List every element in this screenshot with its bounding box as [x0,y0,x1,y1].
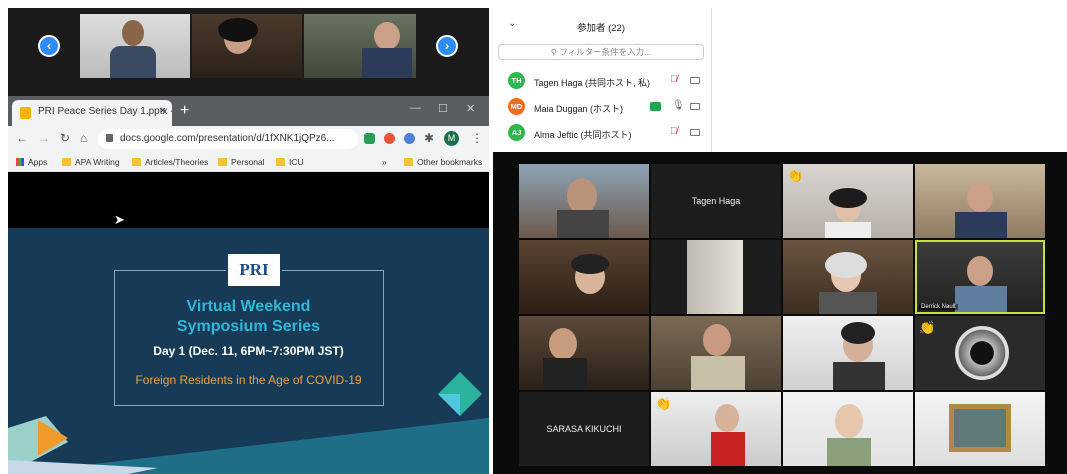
address-url: docs.google.com/presentation/d/1fXNK1jQP… [120,133,335,144]
participant-name-label: SARASA KIKUCHI [546,424,622,434]
video-tile[interactable] [80,14,190,78]
extensions-puzzle-icon[interactable]: ✱ [424,131,434,145]
participant-row[interactable]: AJ Alma Jeftic (共同ホスト) 🎙̸ [490,120,712,146]
video-tile-active-speaker[interactable]: Derrick Nault [915,240,1045,314]
video-tile-name-only[interactable]: SARASA KIKUCHI [519,392,649,466]
next-page-button[interactable]: › [436,35,458,57]
avatar: TH [508,72,525,89]
chevron-left-icon: ‹ [46,38,52,53]
chevron-right-icon: › [444,38,450,53]
participant-name: Tagen Haga (共同ホスト, 私) [534,78,651,88]
video-tile[interactable] [192,14,302,78]
mic-icon[interactable]: 🎙 [672,100,685,111]
tab-bar: PRI Peace Series Day 1.pptx - Go × + — ☐… [8,96,489,126]
video-tile[interactable] [519,164,649,238]
video-camera-icon[interactable] [690,103,700,110]
tab-title: PRI Peace Series Day 1.pptx - Go [38,106,172,117]
video-tile[interactable]: 👏 [783,164,913,238]
new-tab-button[interactable]: + [180,102,189,120]
video-camera-icon[interactable] [690,129,700,136]
video-tile[interactable] [519,240,649,314]
forward-icon[interactable]: → [38,131,50,145]
mouse-cursor-icon: ➤ [114,212,125,227]
slide-title-line1: Virtual Weekend [186,298,311,315]
participant-name-label: Tagen Haga [691,196,741,206]
avatar: MD [508,98,525,115]
slide-subtitle: Foreign Residents in the Age of COVID-19 [135,373,362,387]
raise-hand-icon: 👏 [655,396,672,411]
bookmark-folder[interactable]: APA Writing [62,157,120,167]
browser-window: PRI Peace Series Day 1.pptx - Go × + — ☐… [8,96,489,474]
participants-header: 参加者 (22) [576,23,626,34]
apps-grid-icon [16,158,24,166]
participant-name-label: Derrick Nault [919,304,958,310]
video-tile[interactable] [519,316,649,390]
bookmark-folder[interactable]: ICU [276,157,304,167]
pri-logo: PRI [226,252,282,288]
address-bar[interactable]: docs.google.com/presentation/d/1fXNK1jQP… [98,129,358,149]
video-tile[interactable] [651,240,781,314]
extension-shield-icon[interactable] [364,133,375,144]
home-icon[interactable]: ⌂ [80,131,87,145]
browser-tab[interactable]: PRI Peace Series Day 1.pptx - Go × [12,100,172,126]
slides-favicon-icon [20,107,31,119]
maximize-icon[interactable]: ☐ [438,102,448,115]
participant-row[interactable]: MD Maia Duggan (ホスト) 🎙 [490,94,712,120]
mic-muted-icon[interactable]: 🎙̸ [670,74,678,85]
video-tile[interactable] [915,392,1045,466]
video-filmstrip: ‹ › [8,8,489,96]
folder-icon [276,158,285,166]
extension-icon[interactable] [384,133,395,144]
video-tile[interactable] [651,316,781,390]
video-tile[interactable] [783,316,913,390]
mic-muted-icon[interactable]: 🎙̸ [670,126,678,137]
raise-hand-icon: 👏 [919,320,936,335]
video-tile[interactable] [783,240,913,314]
video-tile[interactable]: 👏 [915,316,1045,390]
folder-icon [218,158,227,166]
close-tab-icon[interactable]: × [160,105,166,117]
bookmark-apps[interactable]: Apps [16,157,47,167]
folder-icon [132,158,141,166]
video-tile[interactable] [783,392,913,466]
participant-search-input[interactable]: ⚲ フィルター条件を入力... [498,44,704,60]
participant-name: Alma Jeftic (共同ホスト) [534,130,632,140]
video-tile[interactable] [304,14,416,78]
profile-avatar[interactable]: M [444,131,459,146]
raise-hand-icon: 👏 [787,168,804,183]
close-window-icon[interactable]: ✕ [466,102,475,115]
back-icon[interactable]: ← [16,131,28,145]
prev-page-button[interactable]: ‹ [38,35,60,57]
participant-name: Maia Duggan (ホスト) [534,104,624,114]
participant-row[interactable]: TH Tagen Haga (共同ホスト, 私) 🎙̸ [490,68,712,94]
folder-icon [404,158,413,166]
avatar: AJ [508,124,525,141]
zoom-gallery-view: Tagen Haga 👏 Derrick Nault 👏 SARASA KIKU… [493,152,1067,474]
extension-icon[interactable] [404,133,415,144]
menu-kebab-icon[interactable]: ⋮ [471,131,483,145]
bookmark-folder[interactable]: Articles/Theories [132,157,208,167]
folder-icon [62,158,71,166]
video-tile[interactable] [915,164,1045,238]
bookmarks-overflow[interactable]: » [382,157,387,167]
lock-icon [106,134,113,142]
slide-day: Day 1 (Dec. 11, 6PM~7:30PM JST) [153,344,344,358]
minimize-icon[interactable]: — [410,102,421,114]
slide-title-line2: Symposium Series [176,318,321,335]
other-bookmarks[interactable]: Other bookmarks [404,157,482,167]
bookmark-folder[interactable]: Personal [218,157,265,167]
video-tile[interactable]: 👏 [651,392,781,466]
share-screen-icon [650,102,661,111]
video-tile-name-only[interactable]: Tagen Haga [651,164,781,238]
bookmarks-bar: Apps APA Writing Articles/Theories Perso… [8,152,489,172]
participants-panel: ⌄ 参加者 (22) ⚲ フィルター条件を入力... TH Tagen Haga… [490,8,712,154]
video-camera-icon[interactable] [690,77,700,84]
reload-icon[interactable]: ↻ [60,131,70,145]
